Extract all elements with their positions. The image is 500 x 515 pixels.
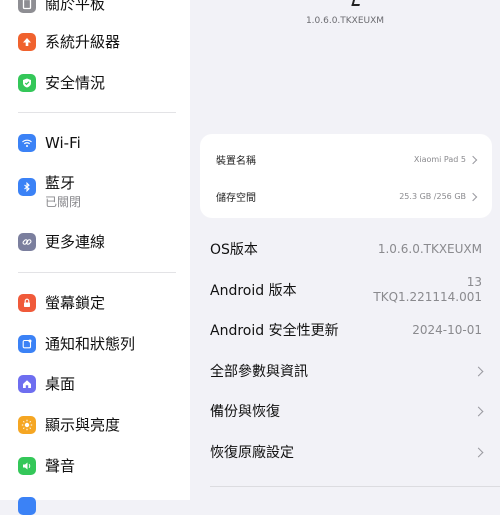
sun-icon — [18, 416, 36, 434]
sidebar-divider — [18, 272, 176, 273]
sidebar-item-label: 桌面 — [45, 375, 76, 393]
sidebar-item-display-brightness[interactable]: 顯示與亮度 — [18, 415, 120, 435]
sidebar-item-label: 更多連線 — [45, 233, 106, 251]
sidebar-item-home-screen[interactable]: 桌面 — [18, 374, 75, 394]
factory-reset-row[interactable]: 恢復原廠設定 — [210, 442, 484, 462]
sidebar-divider — [18, 112, 176, 113]
os-logo-fragment — [351, 0, 363, 6]
android-build-value: TKQ1.221114.001 — [373, 290, 482, 304]
sidebar-item-more-connections[interactable]: 更多連線 — [18, 232, 105, 252]
os-version-header: 1.0.6.0.TKXEUXM — [305, 16, 385, 26]
shield-check-icon — [18, 74, 36, 92]
storage-value: 25.3 GB /256 GB — [399, 192, 466, 201]
device-name-label: 裝置名稱 — [216, 156, 256, 167]
sidebar-item-label: 螢幕鎖定 — [45, 294, 106, 312]
sidebar-item-wifi[interactable]: Wi-Fi — [18, 133, 81, 153]
all-specs-row[interactable]: 全部參數與資訊 — [210, 361, 484, 381]
sidebar-item-about-tablet[interactable]: 關於平板 — [18, 0, 105, 14]
tablet-icon — [18, 0, 36, 13]
notification-icon — [18, 335, 36, 353]
factory-reset-label: 恢復原廠設定 — [210, 445, 294, 461]
chevron-right-icon — [473, 447, 484, 457]
security-update-value: 2024-10-01 — [412, 322, 482, 337]
sidebar-item-label: 關於平板 — [45, 0, 106, 13]
sidebar-item-security[interactable]: 安全情況 — [18, 73, 105, 93]
sidebar-item-label: 藍牙 — [45, 174, 76, 192]
storage-row[interactable]: 儲存空間 25.3 GB /256 GB — [216, 189, 478, 204]
lock-icon — [18, 294, 36, 312]
os-version-row: OS版本 1.0.6.0.TKXEUXM — [210, 239, 482, 259]
device-name-row[interactable]: 裝置名稱 Xiaomi Pad 5 — [216, 152, 478, 167]
android-version-value: 13 — [466, 275, 482, 289]
chevron-right-icon — [473, 366, 484, 376]
all-specs-label: 全部參數與資訊 — [210, 364, 308, 380]
speaker-icon — [18, 457, 36, 475]
android-version-row: Android 版本 13 TKQ1.221114.001 — [210, 275, 482, 305]
sidebar-item-label: 顯示與亮度 — [45, 416, 121, 434]
bluetooth-status: 已關閉 — [45, 195, 82, 209]
backup-restore-label: 備份與恢復 — [210, 404, 280, 420]
os-version-value: 1.0.6.0.TKXEUXM — [377, 241, 482, 256]
upgrade-arrow-icon — [18, 33, 36, 51]
backup-restore-row[interactable]: 備份與恢復 — [210, 401, 484, 421]
android-version-label: Android 版本 — [210, 283, 297, 299]
sidebar-item-label: 通知和狀態列 — [45, 335, 136, 353]
sidebar-item-system-updater[interactable]: 系統升級器 — [18, 32, 120, 52]
security-update-row: Android 安全性更新 2024-10-01 — [210, 320, 482, 340]
device-info-card: 裝置名稱 Xiaomi Pad 5 儲存空間 25.3 GB /256 GB — [200, 134, 492, 218]
storage-label: 儲存空間 — [216, 193, 256, 204]
settings-sidebar: 關於平板 系統升級器 安全情況 Wi-Fi 藍牙 已關閉 更多連線 螢幕鎖定 通… — [0, 0, 190, 515]
device-name-value: Xiaomi Pad 5 — [413, 155, 466, 164]
home-icon — [18, 375, 36, 393]
wifi-icon — [18, 134, 36, 152]
bluetooth-icon — [18, 178, 36, 196]
sidebar-item-label: 系統升級器 — [45, 33, 121, 51]
os-version-label: OS版本 — [210, 242, 258, 258]
sidebar-item-label: Wi-Fi — [45, 134, 81, 152]
bottom-divider — [210, 486, 500, 487]
sidebar-item-label: 聲音 — [45, 457, 76, 475]
about-tablet-panel: 1.0.6.0.TKXEUXM 裝置名稱 Xiaomi Pad 5 儲存空間 2… — [190, 0, 500, 500]
chevron-right-icon — [473, 406, 484, 416]
sidebar-item-notifications[interactable]: 通知和狀態列 — [18, 334, 135, 354]
sidebar-item-label: 安全情況 — [45, 74, 106, 92]
chevron-right-icon — [468, 192, 478, 201]
sidebar-item-bluetooth[interactable]: 藍牙 已關閉 — [18, 173, 81, 210]
security-update-label: Android 安全性更新 — [210, 323, 339, 339]
sidebar-item-screen-lock[interactable]: 螢幕鎖定 — [18, 293, 105, 313]
sidebar-item-sound[interactable]: 聲音 — [18, 456, 75, 476]
chevron-right-icon — [468, 155, 478, 164]
link-icon — [18, 233, 36, 251]
